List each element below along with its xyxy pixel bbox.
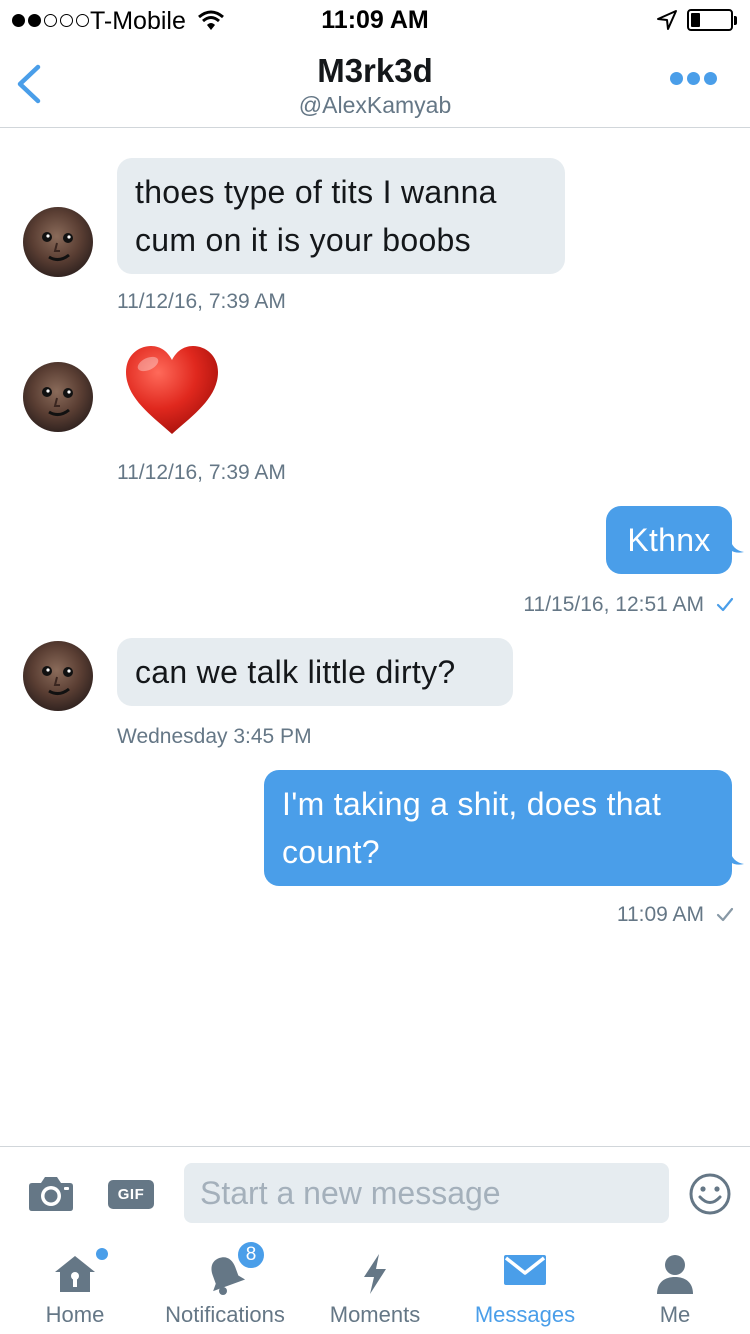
tab-label: Messages (474, 1302, 576, 1327)
tab-label: Me (659, 1302, 691, 1327)
battery-icon (687, 9, 733, 31)
more-options-icon[interactable] (670, 72, 717, 85)
person-icon (657, 1255, 693, 1294)
status-time: 11:09 AM (321, 6, 429, 34)
conversation-handle: @AlexKamyab (298, 92, 452, 118)
tab-me[interactable]: Me (600, 1238, 750, 1334)
lightning-icon (364, 1254, 386, 1294)
incoming-message-bubble[interactable]: can we talk little dirty? (117, 638, 513, 706)
avatar[interactable] (23, 207, 93, 277)
message-composer: GIF (0, 1146, 750, 1238)
message-timestamp: 11:09 AM (400, 903, 734, 927)
avatar[interactable] (23, 641, 93, 711)
tab-label: Moments (329, 1302, 421, 1327)
message-timestamp: 11/15/16, 12:51 AM (400, 593, 734, 617)
emoji-icon[interactable] (688, 1172, 732, 1216)
gif-button[interactable]: GIF (108, 1180, 154, 1209)
camera-icon[interactable] (28, 1174, 74, 1212)
red-heart-emoji[interactable] (122, 342, 222, 438)
bubble-tail (730, 850, 744, 865)
notification-badge: 8 (236, 1240, 266, 1270)
tab-label: Notifications (165, 1302, 285, 1327)
read-check-icon (716, 597, 734, 612)
sent-check-icon (716, 907, 734, 922)
conversation-title: M3rk3d (317, 52, 433, 89)
status-bar: T-Mobile 11:09 AM (0, 0, 750, 40)
avatar[interactable] (23, 362, 93, 432)
bubble-tail (730, 538, 744, 553)
incoming-message-bubble[interactable]: thoes type of tits I wanna cum on it is … (117, 158, 565, 274)
tab-notifications[interactable]: Notifications (150, 1238, 300, 1334)
home-icon (55, 1256, 95, 1292)
outgoing-message-bubble[interactable]: Kthnx (606, 506, 732, 574)
location-arrow-icon (657, 10, 677, 30)
message-timestamp: 11/12/16, 7:39 AM (117, 290, 286, 313)
message-timestamp: 11/12/16, 7:39 AM (117, 461, 286, 484)
tab-home[interactable]: Home (0, 1238, 150, 1334)
tab-moments[interactable]: Moments (300, 1238, 450, 1334)
unread-dot (96, 1248, 108, 1260)
tab-bar: Home Notifications 8 Moments Messages Me (0, 1238, 750, 1334)
message-input[interactable] (184, 1163, 669, 1223)
message-timestamp: Wednesday 3:45 PM (117, 725, 312, 748)
conversation-header: M3rk3d @AlexKamyab (0, 40, 750, 128)
tab-label: Home (45, 1302, 105, 1327)
tab-messages[interactable]: Messages (450, 1238, 600, 1334)
envelope-icon (504, 1255, 546, 1285)
outgoing-message-bubble[interactable]: I'm taking a shit, does that count? (264, 770, 732, 886)
